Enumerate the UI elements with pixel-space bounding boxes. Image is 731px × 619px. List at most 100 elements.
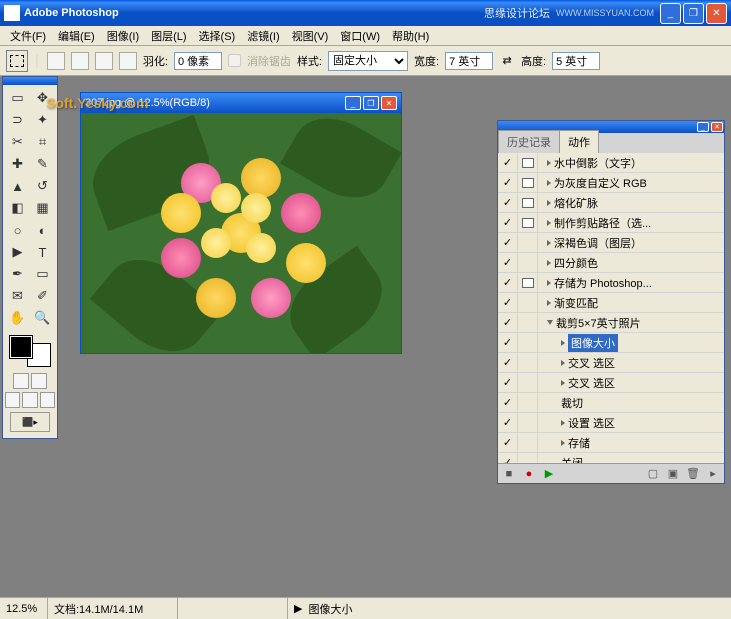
blur-tool[interactable]: ○ (5, 219, 30, 241)
action-dialog-toggle[interactable] (518, 413, 538, 432)
action-dialog-toggle[interactable] (518, 153, 538, 172)
action-row[interactable]: ✓四分颜色 (498, 253, 724, 273)
tab-actions[interactable]: 动作 (559, 130, 599, 153)
screen-standard-icon[interactable] (5, 392, 20, 408)
action-dialog-toggle[interactable] (518, 173, 538, 192)
action-dialog-toggle[interactable] (518, 393, 538, 412)
minimize-button[interactable]: _ (660, 3, 681, 24)
maximize-button[interactable]: ❐ (683, 3, 704, 24)
quickmask-mode-icon[interactable] (31, 373, 47, 389)
foreground-color[interactable] (9, 335, 33, 359)
action-toggle-checkbox[interactable]: ✓ (498, 193, 518, 212)
width-input[interactable] (445, 52, 493, 70)
selection-intersect-icon[interactable] (119, 52, 137, 70)
menu-layer[interactable]: 图层(L) (145, 26, 192, 46)
action-dialog-toggle[interactable] (518, 353, 538, 372)
new-action-icon[interactable]: ▣ (666, 467, 680, 481)
menu-help[interactable]: 帮助(H) (386, 26, 435, 46)
action-row[interactable]: ✓深褐色调（图层） (498, 233, 724, 253)
action-dialog-toggle[interactable] (518, 273, 538, 292)
action-row[interactable]: ✓存储为 Photoshop... (498, 273, 724, 293)
screen-full-menu-icon[interactable] (22, 392, 37, 408)
new-set-icon[interactable]: ▢ (646, 467, 660, 481)
action-toggle-checkbox[interactable]: ✓ (498, 313, 518, 332)
status-tri-icon[interactable]: ▶ (294, 602, 302, 615)
menu-filter[interactable]: 滤镜(I) (241, 26, 285, 46)
heal-tool[interactable]: ✚ (5, 153, 30, 175)
menu-file[interactable]: 文件(F) (4, 26, 52, 46)
disclosure-triangle-icon[interactable] (561, 340, 565, 346)
zoom-tool[interactable]: 🔍 (30, 307, 55, 329)
disclosure-triangle-icon[interactable] (547, 320, 553, 325)
pen-tool[interactable]: ✒ (5, 263, 30, 285)
menu-edit[interactable]: 编辑(E) (52, 26, 101, 46)
document-titlebar[interactable]: Soft.Yesky.com 307.jpg @ 12.5%(RGB/8) _ … (81, 93, 401, 113)
jump-to-button[interactable]: ⬛▸ (10, 412, 50, 432)
marquee-preset-icon[interactable] (6, 50, 28, 72)
style-select[interactable]: 固定大小 (328, 51, 408, 71)
action-row[interactable]: ✓交叉 选区 (498, 373, 724, 393)
action-row[interactable]: ✓图像大小 (498, 333, 724, 353)
action-toggle-checkbox[interactable]: ✓ (498, 433, 518, 452)
menu-view[interactable]: 视图(V) (286, 26, 335, 46)
action-row[interactable]: ✓水中倒影（文字） (498, 153, 724, 173)
notes-tool[interactable]: ✉ (5, 285, 30, 307)
action-toggle-checkbox[interactable]: ✓ (498, 453, 518, 463)
crop-tool[interactable]: ✂ (5, 131, 30, 153)
menu-image[interactable]: 图像(I) (101, 26, 145, 46)
delete-icon[interactable]: 🗑 (686, 467, 700, 481)
action-toggle-checkbox[interactable]: ✓ (498, 293, 518, 312)
action-row[interactable]: ✓存储 (498, 433, 724, 453)
path-select-tool[interactable]: ▶ (5, 241, 30, 263)
doc-minimize-button[interactable]: _ (345, 96, 361, 110)
selection-new-icon[interactable] (47, 52, 65, 70)
stop-icon[interactable]: ■ (502, 467, 516, 481)
play-icon[interactable]: ▶ (542, 467, 556, 481)
action-dialog-toggle[interactable] (518, 293, 538, 312)
action-row[interactable]: ✓熔化矿脉 (498, 193, 724, 213)
feather-input[interactable] (174, 52, 222, 70)
doc-maximize-button[interactable]: ❐ (363, 96, 379, 110)
action-row[interactable]: ✓裁剪5×7英寸照片 (498, 313, 724, 333)
disclosure-triangle-icon[interactable] (547, 280, 551, 286)
panel-minimize-button[interactable]: _ (697, 122, 709, 132)
lasso-tool[interactable]: ⊃ (5, 109, 30, 131)
type-tool[interactable]: T (30, 241, 55, 263)
action-toggle-checkbox[interactable]: ✓ (498, 233, 518, 252)
doc-close-button[interactable]: ✕ (381, 96, 397, 110)
panel-menu-icon[interactable]: ▸ (706, 467, 720, 481)
hand-tool[interactable]: ✋ (5, 307, 30, 329)
action-dialog-toggle[interactable] (518, 453, 538, 463)
tab-history[interactable]: 历史记录 (498, 130, 560, 153)
marquee-tool[interactable]: ▭ (5, 87, 30, 109)
height-input[interactable] (552, 52, 600, 70)
action-toggle-checkbox[interactable]: ✓ (498, 333, 518, 352)
action-toggle-checkbox[interactable]: ✓ (498, 413, 518, 432)
action-row[interactable]: ✓制作剪贴路径（选... (498, 213, 724, 233)
action-dialog-toggle[interactable] (518, 213, 538, 232)
selection-add-icon[interactable] (71, 52, 89, 70)
eyedropper-tool[interactable]: ✐ (30, 285, 55, 307)
disclosure-triangle-icon[interactable] (561, 360, 565, 366)
action-dialog-toggle[interactable] (518, 333, 538, 352)
disclosure-triangle-icon[interactable] (561, 380, 565, 386)
history-brush-tool[interactable]: ↺ (30, 175, 55, 197)
record-icon[interactable]: ● (522, 467, 536, 481)
action-dialog-toggle[interactable] (518, 233, 538, 252)
screen-full-icon[interactable] (40, 392, 55, 408)
brush-tool[interactable]: ✎ (30, 153, 55, 175)
action-dialog-toggle[interactable] (518, 373, 538, 392)
doc-size[interactable]: 文档:14.1M/14.1M (48, 598, 178, 619)
disclosure-triangle-icon[interactable] (547, 220, 551, 226)
action-toggle-checkbox[interactable]: ✓ (498, 353, 518, 372)
action-row[interactable]: ✓渐变匹配 (498, 293, 724, 313)
action-toggle-checkbox[interactable]: ✓ (498, 173, 518, 192)
gradient-tool[interactable]: ▦ (30, 197, 55, 219)
action-toggle-checkbox[interactable]: ✓ (498, 253, 518, 272)
disclosure-triangle-icon[interactable] (547, 300, 551, 306)
close-button[interactable]: ✕ (706, 3, 727, 24)
stamp-tool[interactable]: ▲ (5, 175, 30, 197)
disclosure-triangle-icon[interactable] (561, 420, 565, 426)
action-toggle-checkbox[interactable]: ✓ (498, 213, 518, 232)
action-dialog-toggle[interactable] (518, 193, 538, 212)
